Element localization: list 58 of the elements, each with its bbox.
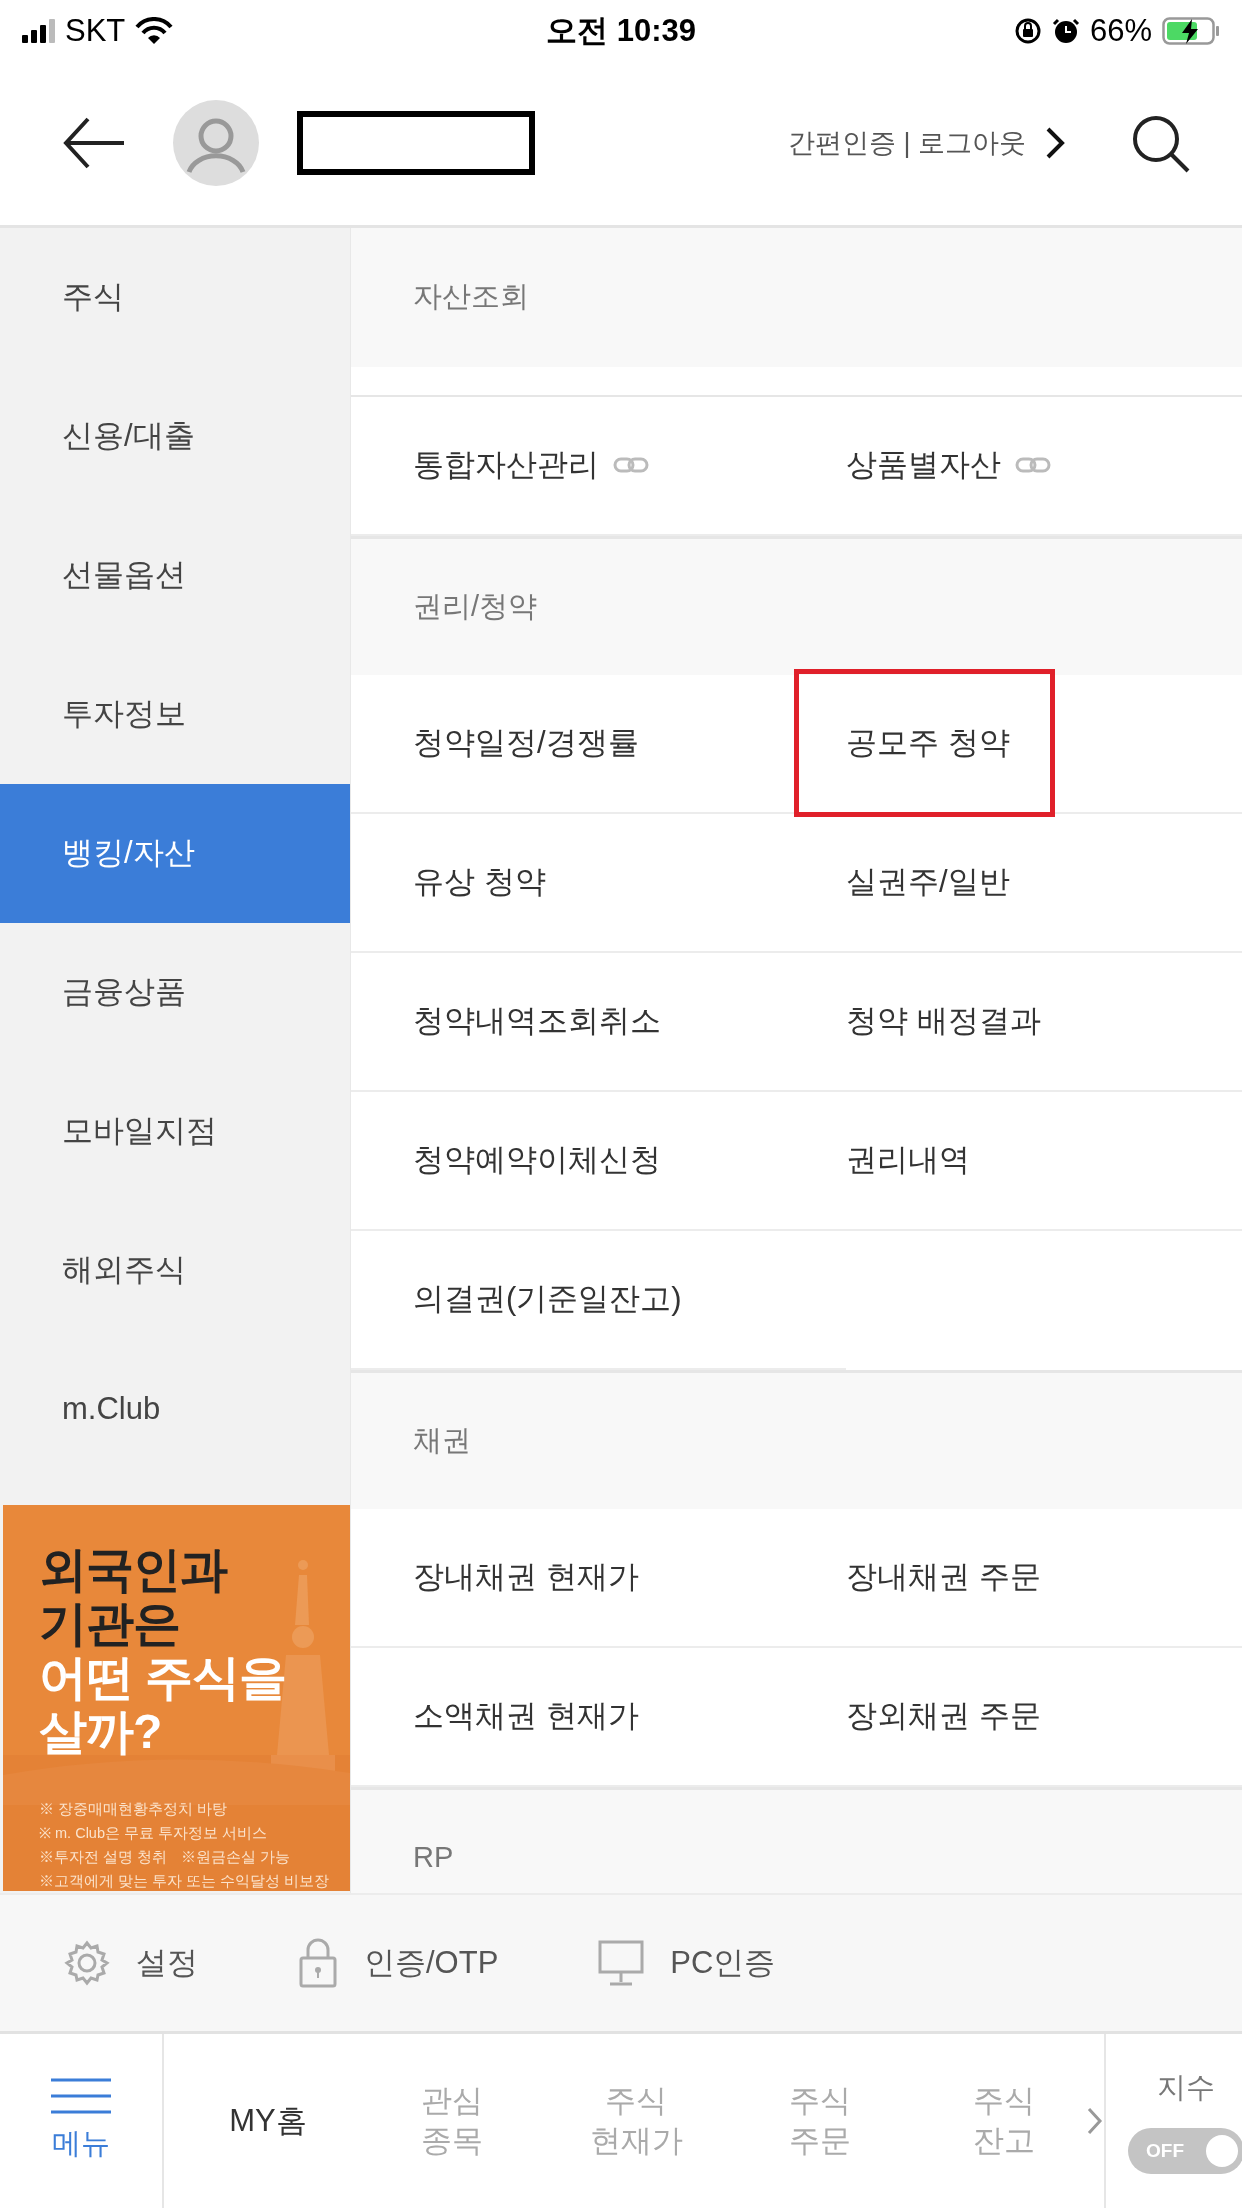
banner-disclaimer: ※고객에게 맞는 투자 또는 수익달성 비보장 [39,1871,330,1891]
menu-link[interactable]: 청약내역조회취소 [413,1000,661,1043]
banner-disclaimer: ※ m. Club은 무료 투자정보 서비스 [39,1823,268,1843]
menu-link[interactable]: 실권주/일반 [846,861,1010,904]
section-header: 채권 [351,1369,1242,1509]
lock-icon [298,1938,338,1988]
alarm-icon [1051,17,1080,45]
menu-link[interactable]: 장내채권 주문 [846,1556,1041,1599]
monitor-icon [598,1940,645,1986]
sidebar-item[interactable]: 모바일지점 [0,1061,350,1201]
avatar-icon [173,100,259,187]
sidebar-item[interactable]: 선물옵션 [0,505,350,645]
rotation-lock-icon [1013,17,1042,45]
battery-percent: 66% [1089,13,1152,49]
section-header: RP [351,1786,1242,1893]
sidebar-item[interactable]: 주식 [0,227,350,367]
gear-icon [64,1940,110,1986]
sidebar-item[interactable]: 뱅킹/자산 [0,783,350,923]
menu-link[interactable]: 청약일정/경쟁률 [413,722,639,765]
carrier-name: SKT [65,13,126,49]
banner-disclaimer: ※투자전 설명 청취 [39,1847,168,1867]
menu-link[interactable]: 청약 배정결과 [846,1000,1041,1043]
index-label: 지수 [1157,2070,1215,2105]
banner-headline: 살까? [39,1704,163,1759]
menu-link[interactable]: 공모주 청약 [794,669,1055,818]
settings-link[interactable]: 설정 [136,1942,198,1984]
menu-link[interactable]: 장내채권 현재가 [413,1556,639,1599]
search-icon [1130,113,1190,174]
menu-link[interactable]: 유상 청약 [413,861,546,904]
section-header: 자산조회 [351,227,1242,367]
wifi-icon [135,17,174,45]
signal-icon [22,19,55,43]
auth-logout-links[interactable]: 간편인증 | 로그아웃 [787,125,1026,162]
section-header: 권리/청약 [351,535,1242,675]
settings-link[interactable]: 인증/OTP [364,1942,499,1984]
sidebar-item[interactable]: m.Club [0,1339,350,1479]
nav-tab[interactable]: MY홈 [176,2101,360,2141]
settings-link[interactable]: PC인증 [670,1942,776,1984]
chevron-right-icon [1086,2106,1104,2136]
sidebar-item[interactable]: 신용/대출 [0,366,350,506]
sidebar-item[interactable]: 해외주식 [0,1200,350,1340]
menu-link[interactable]: 소액채권 현재가 [413,1695,639,1738]
sidebar-item[interactable]: 금융상품 [0,922,350,1062]
banner-headline: 외국인과 [39,1542,229,1597]
battery-icon [1162,17,1220,45]
menu-link[interactable]: 장외채권 주문 [846,1695,1041,1738]
menu-link[interactable]: 청약예약이체신청 [413,1139,661,1182]
banner-disclaimer: ※ 장중매매현황추정치 바탕 [39,1799,228,1819]
menu-link[interactable]: 권리내역 [846,1139,970,1182]
menu-link[interactable]: 상품별자산 [846,444,1051,487]
banner-headline: 어떤 주식을 [39,1650,288,1705]
banner-headline: 기관은 [39,1596,181,1651]
banner-disclaimer: ※원금손실 가능 [181,1847,291,1867]
menu-link[interactable]: 의결권(기준일잔고) [413,1278,682,1321]
menu-icon [51,2078,111,2114]
sidebar-item[interactable]: 투자정보 [0,644,350,784]
clock: 오전 10:39 [545,12,697,50]
menu-link[interactable]: 통합자산관리 [413,444,649,487]
